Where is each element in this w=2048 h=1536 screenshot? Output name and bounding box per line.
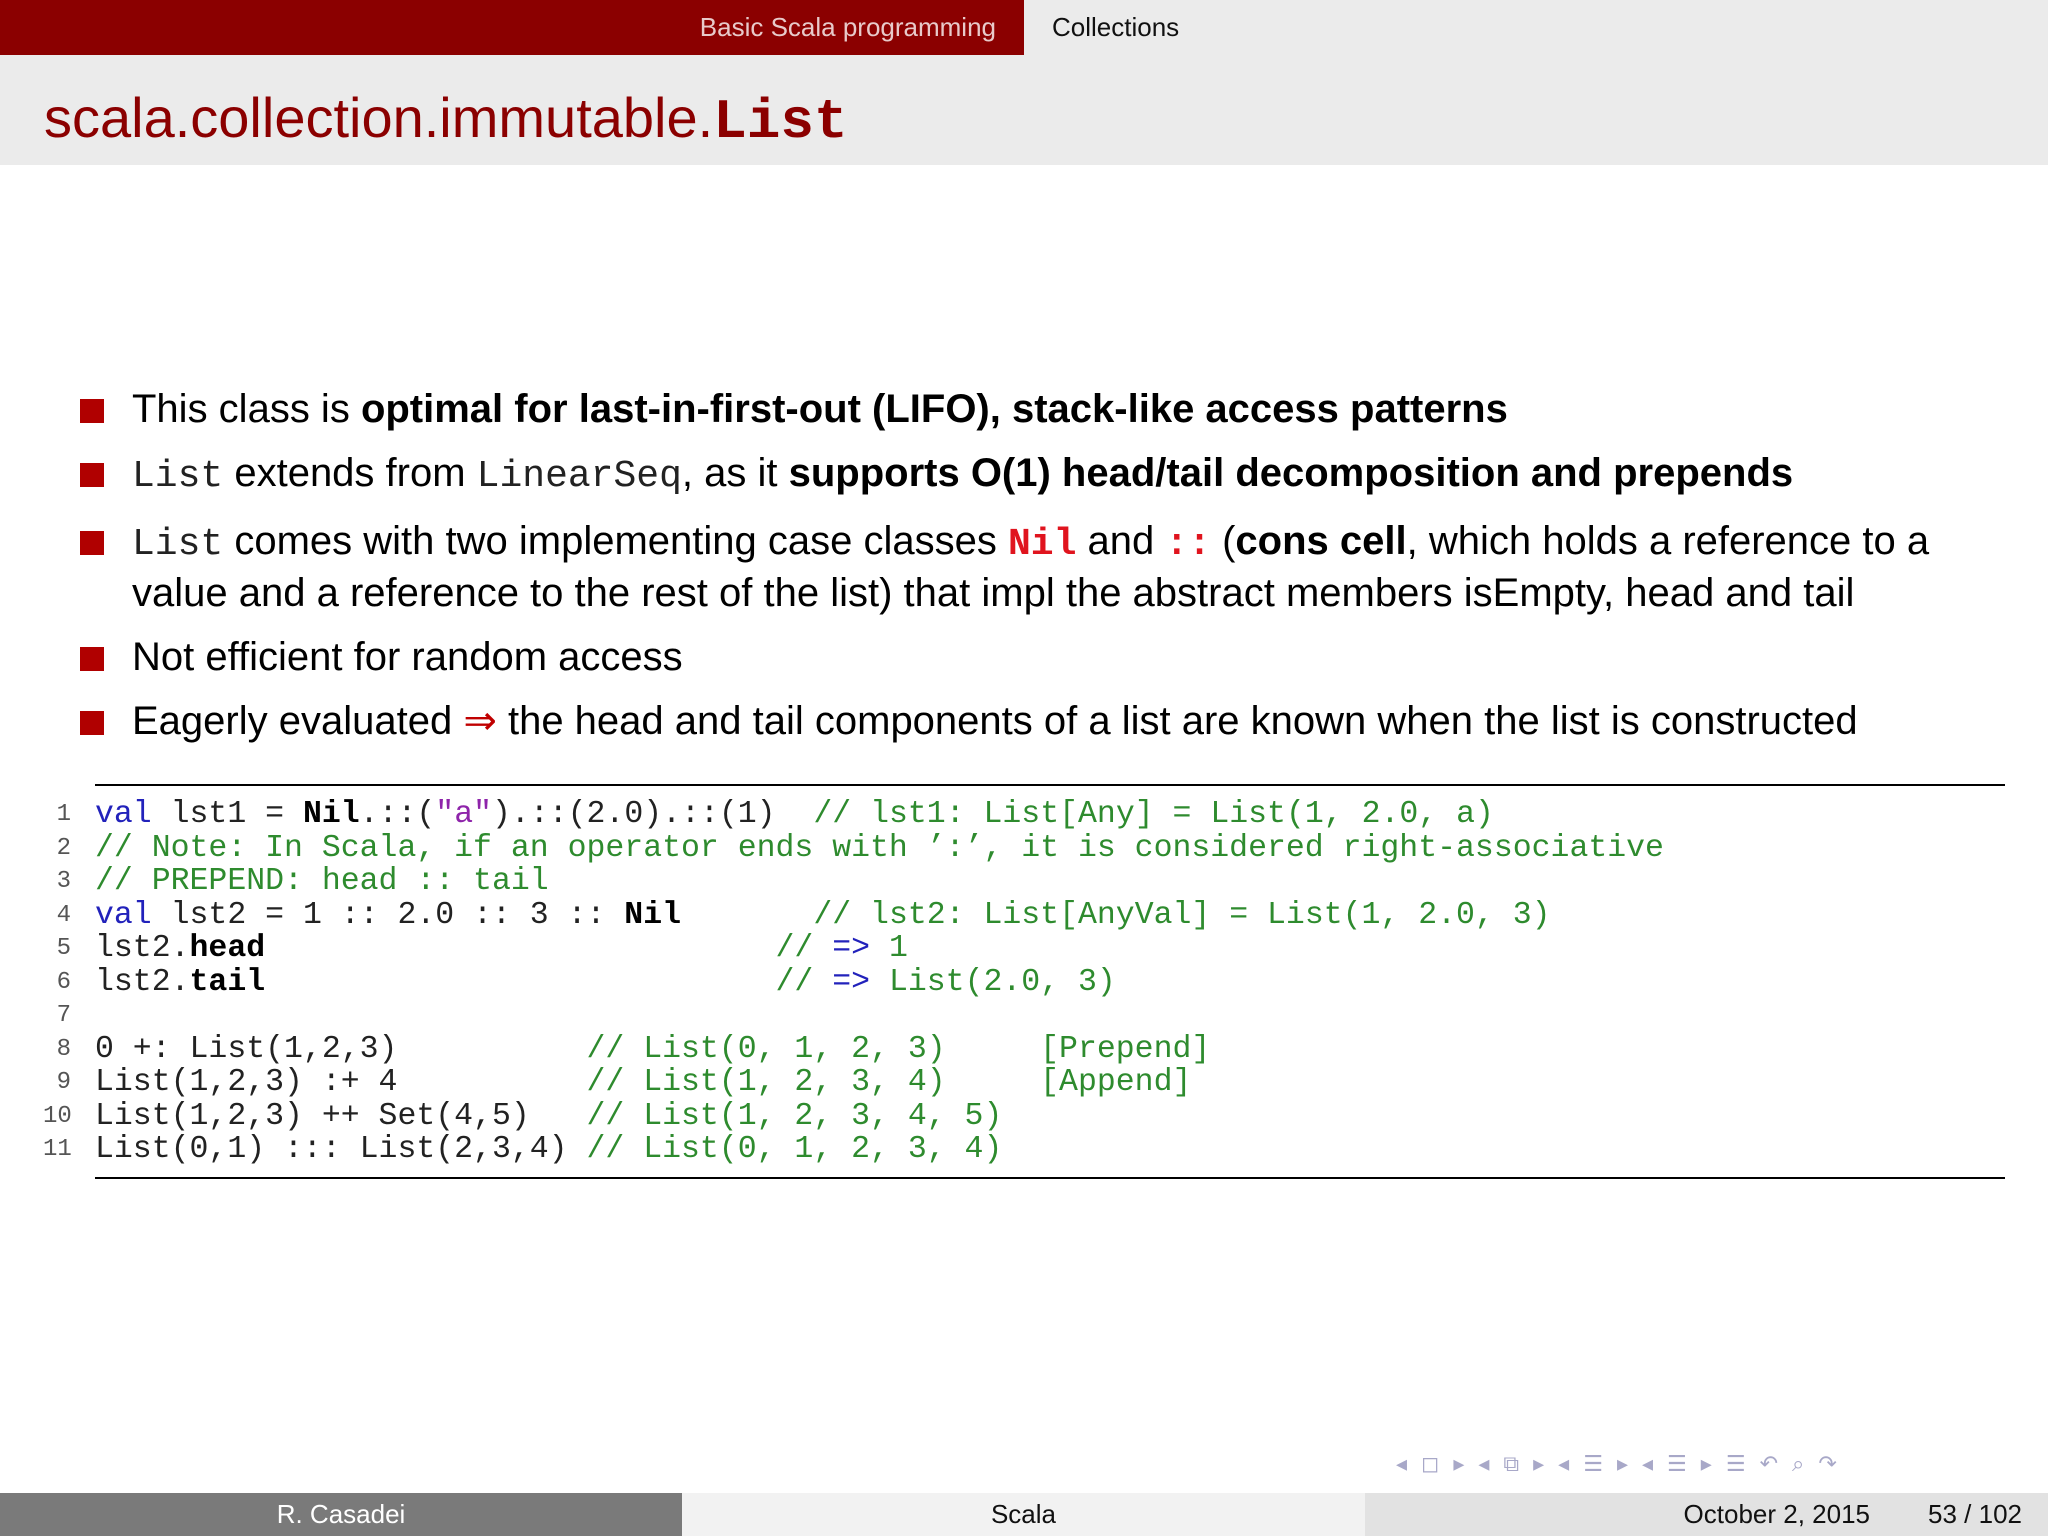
frame-icon[interactable]: ◻ xyxy=(1421,1451,1439,1477)
bullet-square-icon xyxy=(80,463,104,487)
section-label: Basic Scala programming xyxy=(699,12,996,42)
code-line: 6 lst2.tail // => List(2.0, 3) xyxy=(56,964,1116,1000)
implies-arrow-icon: ⇒ xyxy=(463,699,497,743)
document-icon[interactable]: ☰ xyxy=(1726,1451,1746,1477)
frame-title-bar: scala.collection.immutable.List xyxy=(0,55,2048,165)
code-line: 3// PREPEND: head :: tail xyxy=(56,864,549,899)
bullet-square-icon xyxy=(80,531,104,555)
next-frame-icon[interactable]: ▸ xyxy=(1453,1451,1464,1477)
navigation-symbols: ◂ ◻ ▸ ◂ ⧉ ▸ ◂ ☰ ▸ ◂ ☰ ▸ ☰ ↶ ⌕ ↷ xyxy=(1396,1449,2036,1479)
next-subsection-icon[interactable]: ▸ xyxy=(1533,1451,1544,1477)
code-line: 4 val lst2 = 1 :: 2.0 :: 3 :: Nil // lst2… xyxy=(56,897,1551,933)
code-line: 10 List(1,2,3) ++ Set(4,5) // List(1, 2, … xyxy=(43,1098,1003,1134)
section-current[interactable]: Basic Scala programming xyxy=(0,0,1024,55)
bullet-list: This class is optimal for last-in-first-… xyxy=(80,385,2000,761)
footer-date: October 2, 2015 xyxy=(1683,1499,1871,1529)
prev-frame-icon[interactable]: ◂ xyxy=(1396,1451,1407,1477)
bullet-square-icon xyxy=(80,399,104,423)
prev-section-icon[interactable]: ◂ xyxy=(1558,1451,1569,1477)
bullet-square-icon xyxy=(80,711,104,735)
bullet-square-icon xyxy=(80,647,104,671)
forward-icon[interactable]: ↷ xyxy=(1818,1451,1836,1477)
subsection-label: Collections xyxy=(1052,12,1180,42)
page-number: 53 / 102 xyxy=(1928,1499,2022,1529)
list-item: List comes with two implementing case cl… xyxy=(80,517,2000,617)
list-item: List extends from LinearSeq, as it suppo… xyxy=(80,449,2000,501)
list-item: Not efficient for random access xyxy=(80,633,2000,681)
list-item: Eagerly evaluated ⇒ the head and tail co… xyxy=(80,697,2000,745)
code-line: 11 List(0,1) ::: List(2,3,4) // List(0, 1… xyxy=(43,1132,1003,1167)
prev-subsection-icon[interactable]: ◂ xyxy=(1478,1451,1489,1477)
code-line: 9 List(1,2,3) :+ 4 // List(1, 2, 3, 4) [A… xyxy=(56,1065,1192,1100)
code-line: 2// Note: In Scala, if an operator ends … xyxy=(56,830,1664,866)
code-line: 1 val lst1 = Nil.::("a").::(2.0).::(1) //… xyxy=(56,797,1494,832)
footer-author: R. Casadei xyxy=(0,1493,682,1536)
frame-title: scala.collection.immutable.List xyxy=(44,86,848,154)
prev-part-icon[interactable]: ◂ xyxy=(1642,1451,1653,1477)
code-listing: 1 val lst1 = Nil.::("a").::(2.0).::(1) //… xyxy=(43,784,2005,1179)
code-line: 80 +: List(1,2,3) // List(0, 1, 2, 3) [P… xyxy=(56,1031,1211,1067)
part-icon[interactable]: ☰ xyxy=(1667,1451,1687,1477)
footer-date-page: October 2, 2015 53 / 102 xyxy=(1365,1493,2048,1536)
subsection-icon[interactable]: ⧉ xyxy=(1503,1451,1519,1477)
section-icon[interactable]: ☰ xyxy=(1583,1451,1603,1477)
list-item: This class is optimal for last-in-first-… xyxy=(80,385,2000,433)
code-block: 1 val lst1 = Nil.::("a").::(2.0).::(1) //… xyxy=(43,797,2005,1167)
footer: R. Casadei Scala October 2, 2015 53 / 10… xyxy=(0,1493,2048,1536)
code-line: 7 xyxy=(56,1002,71,1029)
footer-title: Scala xyxy=(682,1493,1365,1536)
next-part-icon[interactable]: ▸ xyxy=(1701,1451,1712,1477)
subsection-current[interactable]: Collections xyxy=(1024,0,1179,55)
next-section-icon[interactable]: ▸ xyxy=(1617,1451,1628,1477)
header-navigation: Basic Scala programming Collections xyxy=(0,0,2048,55)
back-icon[interactable]: ↶ xyxy=(1760,1451,1778,1477)
search-icon[interactable]: ⌕ xyxy=(1792,1451,1804,1477)
code-line: 5 lst2.head // => 1 xyxy=(56,931,908,966)
